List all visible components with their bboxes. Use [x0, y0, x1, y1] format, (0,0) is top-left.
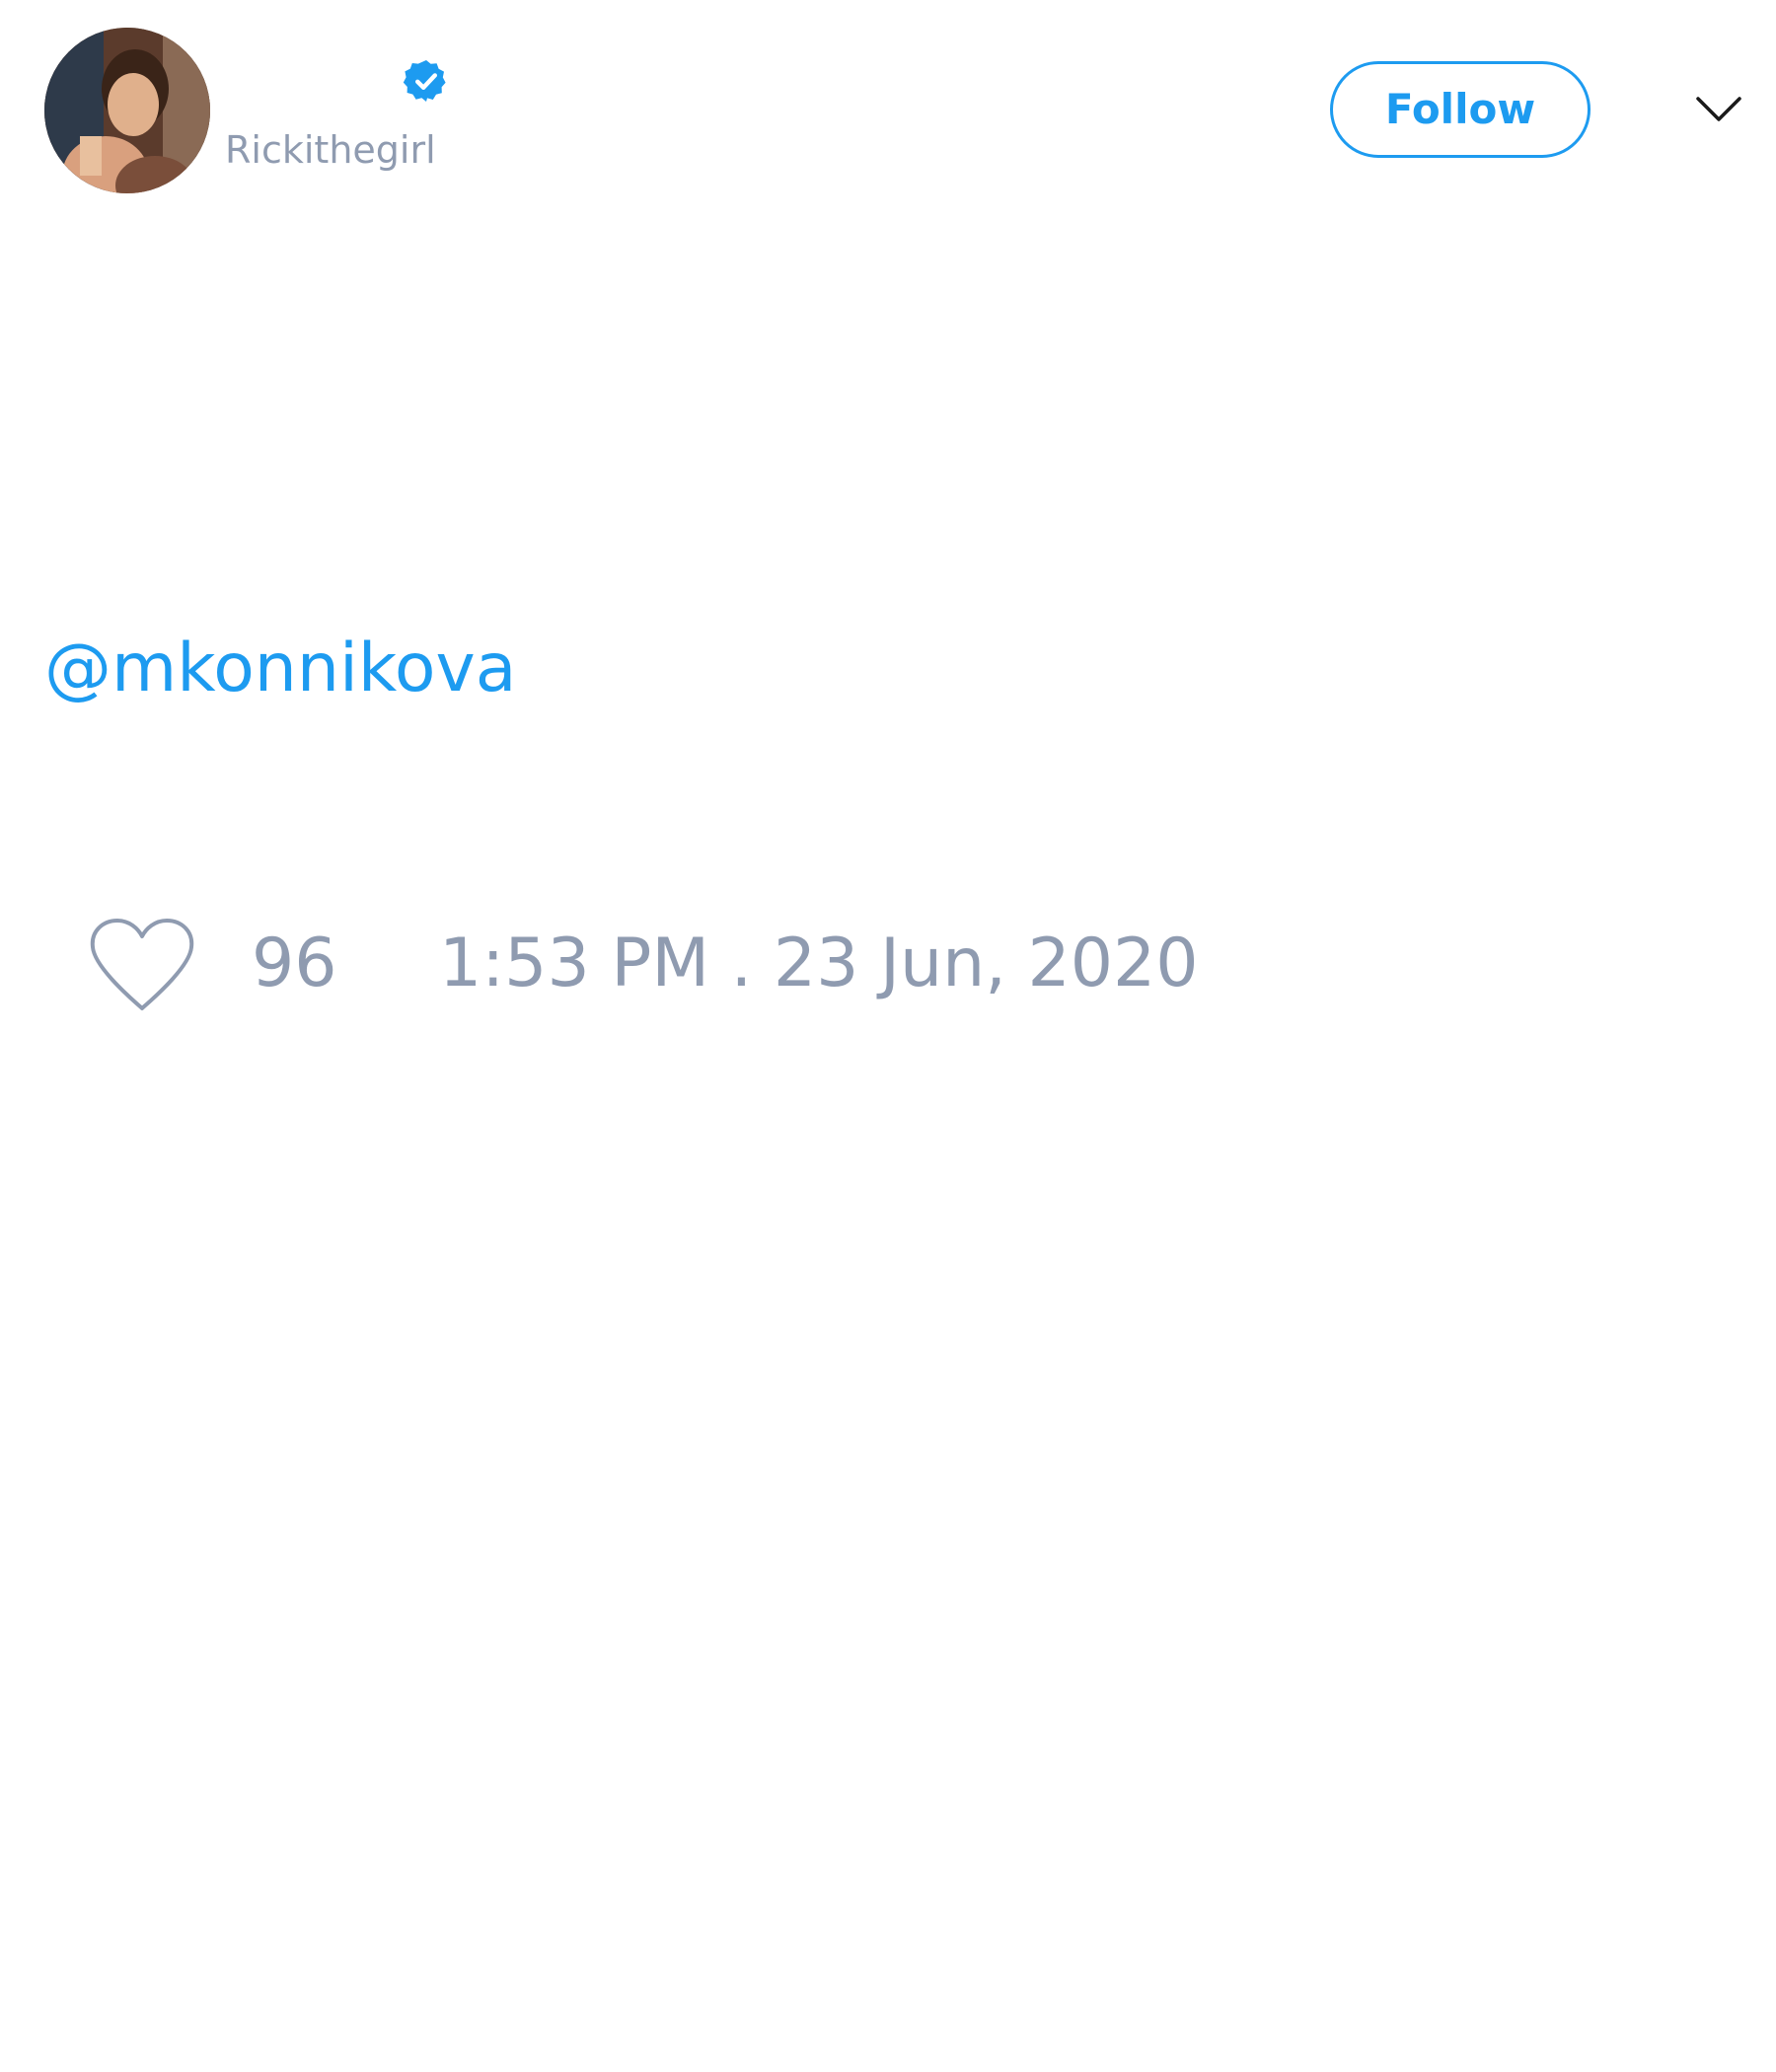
- author-handle[interactable]: Rickithegirl: [225, 126, 436, 174]
- avatar-photo: [44, 28, 210, 193]
- chevron-down-icon[interactable]: [1695, 91, 1742, 126]
- follow-button[interactable]: Follow: [1330, 61, 1591, 158]
- mention-link[interactable]: @mkonnikova: [44, 628, 516, 710]
- verified-badge-icon: [403, 60, 446, 102]
- tweet-timestamp[interactable]: 1:53 PM . 23 Jun, 2020: [439, 923, 1199, 1005]
- heart-outline-icon[interactable]: [89, 918, 195, 1014]
- author-avatar[interactable]: [44, 28, 210, 193]
- like-count: 96: [252, 925, 337, 1002]
